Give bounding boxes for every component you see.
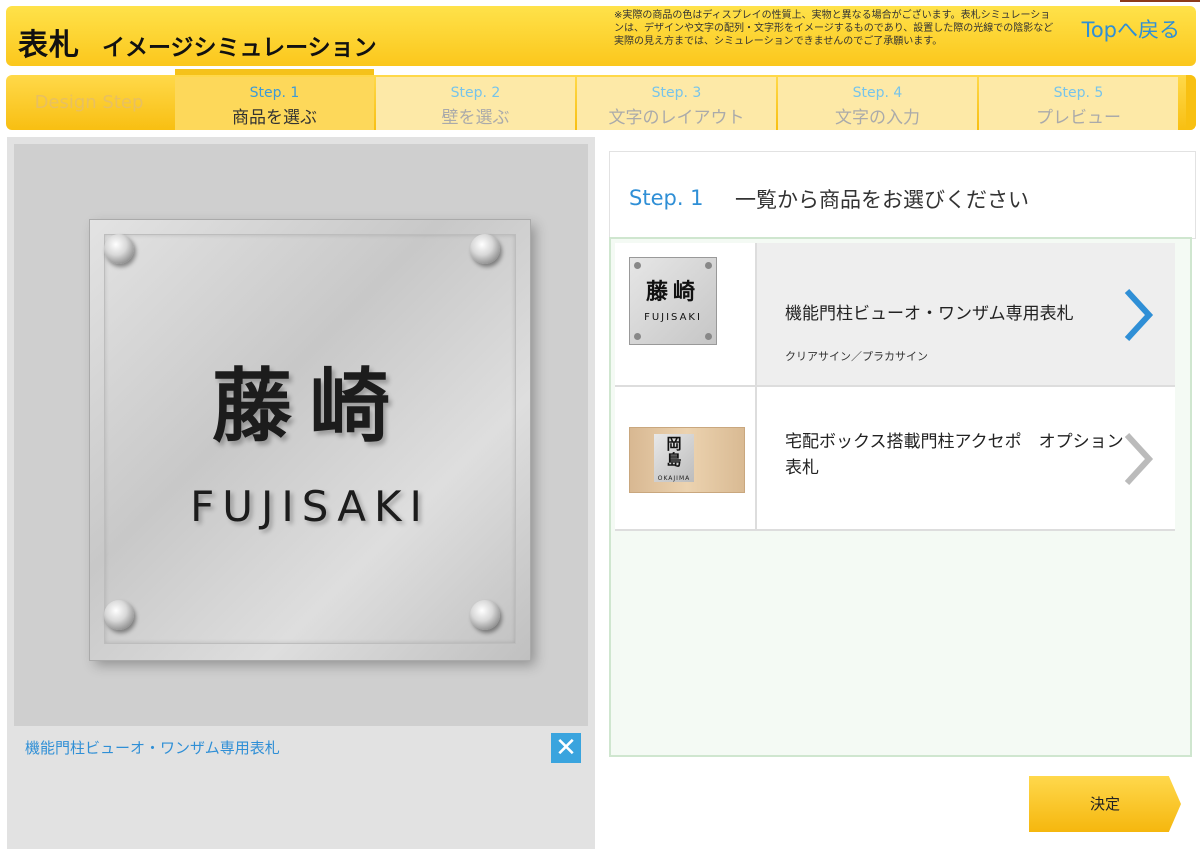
nameplate-kanji: 藤崎 [212, 360, 408, 453]
close-icon[interactable]: ✕ [551, 733, 581, 763]
preview-panel: 藤崎 FUJISAKI 機能門柱ビューオ・ワンザム専用表札 ✕ [7, 137, 595, 849]
steps-bar-end [1186, 75, 1196, 130]
product-name: 機能門柱ビューオ・ワンザム専用表札 [785, 304, 1074, 324]
app-subtitle: イメージシミュレーション [102, 35, 377, 61]
thumbnail-kanji: 藤崎 [645, 280, 700, 305]
corner-accent [1120, 0, 1200, 2]
product-item-accepo[interactable]: 岡 島 OKAJIMA 宅配ボックス搭載門柱アクセポ オプション表札 [615, 387, 1175, 531]
screw-icon [104, 600, 134, 630]
screw-icon [470, 600, 500, 630]
step-number: Step. 1 [249, 85, 300, 101]
screw-icon [705, 333, 712, 340]
product-list-panel: 藤崎 FUJISAKI 機能門柱ビューオ・ワンザム専用表札 クリアサイン／プラカ… [609, 237, 1192, 757]
product-list: 藤崎 FUJISAKI 機能門柱ビューオ・ワンザム専用表札 クリアサイン／プラカ… [615, 243, 1175, 531]
step-heading-text: 一覧から商品をお選びください [735, 188, 1029, 212]
design-steps-bar: Design Step Step. 1 商品を選ぶ Step. 2 壁を選ぶ S… [6, 75, 1196, 130]
screw-icon [634, 333, 641, 340]
thumbnail-roman: FUJISAKI [644, 312, 702, 323]
nameplate-face: 藤崎 FUJISAKI [89, 219, 531, 661]
tab-step-5[interactable]: Step. 5 プレビュー [979, 77, 1178, 130]
product-thumbnail-cell: 岡 島 OKAJIMA [615, 387, 757, 529]
header: 表札 イメージシミュレーション ※実際の商品の色はディスプレイの性質上、実物と異… [6, 6, 1196, 66]
back-to-top-link[interactable]: Topへ戻る [1082, 14, 1180, 44]
step-label: 商品を選ぶ [232, 108, 317, 128]
step-number: Step. 4 [852, 85, 903, 101]
preview-stage: 藤崎 FUJISAKI [14, 144, 588, 726]
thumbnail-roman: OKAJIMA [657, 475, 691, 482]
chevron-right-icon [1124, 288, 1154, 342]
app-title: 表札 [18, 28, 80, 63]
tab-step-1[interactable]: Step. 1 商品を選ぶ [175, 77, 374, 130]
thumbnail-kanji: 岡 島 [654, 436, 694, 468]
screw-icon [634, 262, 641, 269]
thumbnail-kanji-2: 島 [666, 451, 682, 469]
product-thumbnail: 藤崎 FUJISAKI [629, 257, 717, 345]
product-name: 宅配ボックス搭載門柱アクセポ オプション表札 [785, 432, 1124, 478]
nameplate-roman: FUJISAKI [190, 482, 430, 531]
step-label: 壁を選ぶ [441, 108, 510, 128]
tab-step-4[interactable]: Step. 4 文字の入力 [778, 77, 977, 130]
nameplate-preview: 藤崎 FUJISAKI [89, 219, 531, 661]
preview-product-name: 機能門柱ビューオ・ワンザム専用表札 [25, 739, 280, 757]
screw-icon [104, 234, 134, 264]
design-step-label: Design Step [34, 92, 144, 113]
active-step-indicator [175, 69, 374, 75]
step-label: 文字のレイアウト [608, 108, 745, 128]
step-label: プレビュー [1036, 108, 1121, 128]
decide-button[interactable]: 決定 [1029, 776, 1181, 832]
step-heading: Step. 1 一覧から商品をお選びください [609, 151, 1196, 239]
tab-step-3[interactable]: Step. 3 文字のレイアウト [577, 77, 776, 130]
step-number: Step. 5 [1053, 85, 1104, 101]
step-label: 文字の入力 [835, 108, 920, 128]
product-thumbnail-cell: 藤崎 FUJISAKI [615, 243, 757, 385]
step-number: Step. 3 [651, 85, 702, 101]
product-item-viewo-onezam[interactable]: 藤崎 FUJISAKI 機能門柱ビューオ・ワンザム専用表札 クリアサイン／プラカ… [615, 243, 1175, 387]
tab-step-2[interactable]: Step. 2 壁を選ぶ [376, 77, 575, 130]
screw-icon [705, 262, 712, 269]
step-number: Step. 2 [450, 85, 501, 101]
disclaimer-notice: ※実際の商品の色はディスプレイの性質上、実物と異なる場合がございます。表札シミュ… [614, 10, 1054, 47]
chevron-right-icon [1124, 432, 1154, 486]
product-thumbnail: 岡 島 OKAJIMA [629, 427, 745, 493]
step-heading-number: Step. 1 [629, 186, 704, 210]
product-subtext: クリアサイン／プラカサイン [785, 350, 928, 363]
screw-icon [470, 234, 500, 264]
